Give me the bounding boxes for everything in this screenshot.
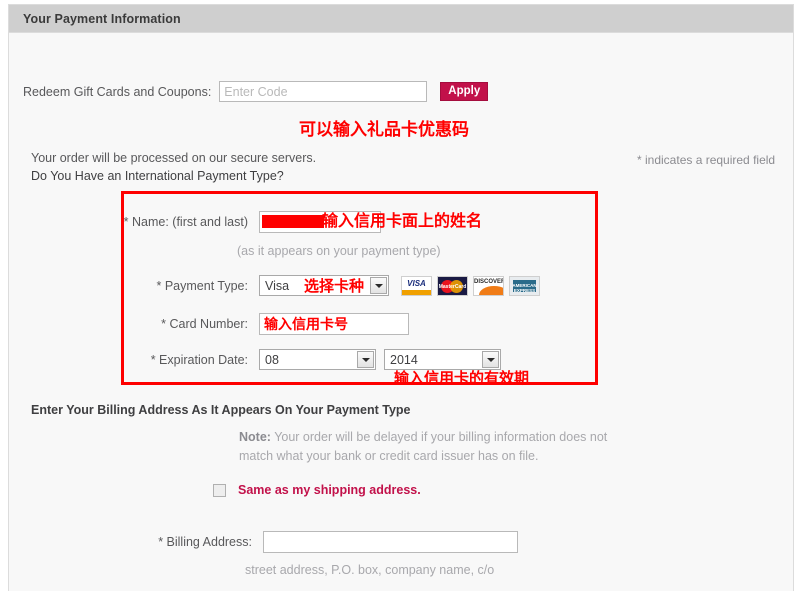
card-number-row: * Card Number: [9, 313, 409, 335]
annotation-name: 输入信用卡面上的姓名 [322, 211, 483, 230]
billing-address-label: * Billing Address: [158, 535, 252, 549]
expiration-year-value: 2014 [390, 352, 418, 367]
card-number-label: * Card Number: [161, 317, 248, 331]
secure-servers-text: Your order will be processed on our secu… [31, 151, 317, 165]
annotation-payment-type: 选择卡种 [304, 277, 365, 295]
same-as-shipping-label: Same as my shipping address. [238, 483, 421, 497]
billing-note-text: Your order will be delayed if your billi… [239, 430, 608, 463]
annotation-redeem-code: 可以输入礼品卡优惠码 [299, 120, 469, 140]
panel-header: Your Payment Information [9, 5, 793, 33]
payment-panel: Your Payment Information Redeem Gift Car… [8, 4, 794, 591]
discover-card-icon-text: DISCOVER [474, 278, 504, 285]
amex-card-icon: AMERICAN EXPRESS [509, 275, 540, 296]
panel-body: Redeem Gift Cards and Coupons: Apply 可以输… [9, 33, 793, 591]
visa-card-icon: VISA [401, 275, 432, 296]
page-title: Your Payment Information [23, 11, 181, 26]
name-hint: (as it appears on your payment type) [237, 244, 441, 258]
name-redaction-block [262, 215, 324, 228]
name-label: * Name: (first and last) [123, 215, 248, 229]
chevron-down-icon[interactable] [482, 351, 499, 368]
annotation-expiration: 输入信用卡的有效期 [394, 369, 530, 387]
same-as-shipping-checkbox[interactable] [213, 483, 226, 497]
amex-card-icon-text: AMERICAN EXPRESS [512, 282, 537, 293]
redeem-row: Redeem Gift Cards and Coupons: Apply [23, 81, 489, 102]
apply-button[interactable]: Apply [440, 82, 489, 101]
chevron-down-icon[interactable] [357, 351, 374, 368]
expiration-date-label: * Expiration Date: [150, 352, 248, 367]
discover-card-icon: DISCOVER [473, 275, 504, 296]
visa-card-icon-text: VISA [407, 278, 426, 288]
mastercard-card-icon-text: MasterCard [438, 283, 467, 290]
payment-type-value: Visa [265, 278, 290, 293]
same-as-shipping-row[interactable]: Same as my shipping address. [213, 483, 421, 497]
billing-note: Note: Your order will be delayed if your… [239, 428, 609, 466]
card-number-input[interactable] [259, 313, 409, 335]
chevron-down-icon[interactable] [370, 277, 387, 294]
billing-note-prefix: Note: [239, 430, 271, 444]
expiration-month-select[interactable]: 08 [259, 349, 376, 370]
billing-address-row: * Billing Address: [9, 531, 518, 553]
billing-address-heading: Enter Your Billing Address As It Appears… [31, 403, 411, 417]
payment-type-label: * Payment Type: [156, 278, 249, 293]
expiration-month-value: 08 [265, 352, 279, 367]
international-payment-question: Do You Have an International Payment Typ… [31, 169, 284, 183]
visa-card-icon-bar [402, 289, 431, 295]
payment-type-row: * Payment Type: Visa VISA MasterCard DIS… [9, 275, 540, 296]
redeem-label: Redeem Gift Cards and Coupons: [23, 84, 212, 99]
redeem-code-input[interactable] [219, 81, 428, 102]
payment-information-page: Your Payment Information Redeem Gift Car… [0, 0, 804, 591]
accepted-card-logos: VISA MasterCard DISCOVER AMERICAN EXPRES… [401, 275, 540, 296]
mastercard-card-icon: MasterCard [437, 275, 468, 296]
discover-arc [479, 285, 503, 295]
billing-address-input[interactable] [263, 531, 518, 553]
billing-address-hint: street address, P.O. box, company name, … [245, 563, 495, 577]
required-field-note: * indicates a required field [637, 153, 776, 167]
